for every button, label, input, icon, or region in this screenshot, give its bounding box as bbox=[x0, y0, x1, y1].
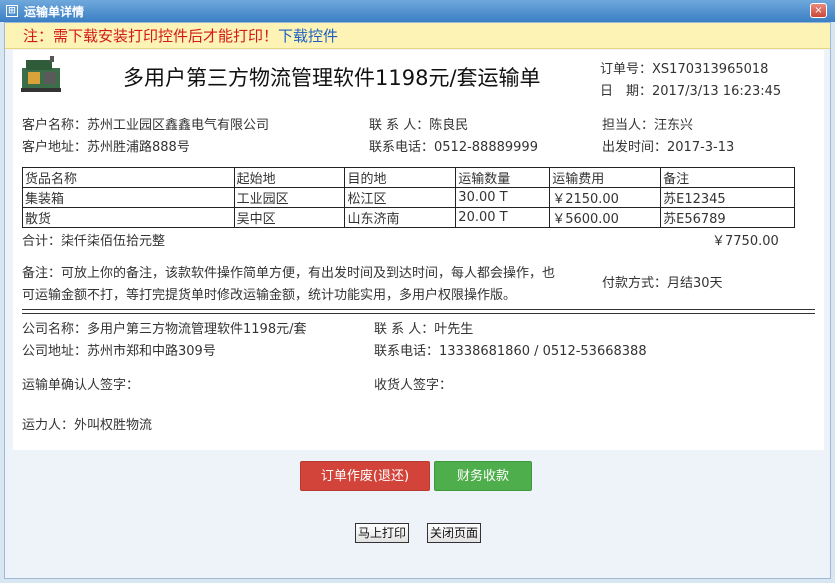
table-cell: 工业园区 bbox=[233, 187, 346, 208]
close-page-button[interactable]: 关闭页面 bbox=[427, 523, 482, 543]
table-cell: 苏E56789 bbox=[660, 207, 795, 228]
print-now-button[interactable]: 马上打印 bbox=[355, 523, 410, 543]
carrier-label: 运力人：外叫权胜物流 bbox=[22, 418, 153, 433]
collect-payment-button[interactable]: 财务收款 bbox=[434, 461, 532, 491]
receiver-signature-label: 收货人签字： bbox=[374, 378, 453, 393]
window-title: 运输单详情 bbox=[24, 4, 85, 19]
table-cell: 松江区 bbox=[344, 187, 457, 208]
table-cell: 吴中区 bbox=[233, 207, 346, 228]
customer-handler: 担当人：汪东兴 bbox=[602, 118, 694, 133]
waybill-document: 多用户第三方物流管理软件1198元/套运输单 订单号：XS17031396501… bbox=[13, 50, 824, 450]
customer-phone: 联系电话：0512-88889999 bbox=[369, 140, 538, 155]
table-cell: 散货 bbox=[22, 207, 235, 228]
generator-logo-icon bbox=[21, 56, 61, 92]
goods-table: 货品名称 起始地 目的地 运输数量 运输费用 备注 集装箱 工业园区 松江区 3… bbox=[22, 167, 795, 228]
table-cell: 30.00 T bbox=[455, 187, 551, 208]
company-address: 公司地址：苏州市郑和中路309号 bbox=[22, 344, 216, 359]
company-name: 公司名称：多用户第三方物流管理软件1198元/套 bbox=[22, 322, 307, 337]
order-date: 日 期：2017/3/13 16:23:45 bbox=[600, 84, 782, 99]
void-order-button[interactable]: 订单作废(退还) bbox=[300, 461, 430, 491]
download-control-link[interactable]: 下载控件 bbox=[278, 27, 338, 45]
table-header-cell: 起始地 bbox=[233, 167, 346, 188]
dialog-content: 注：需下载安装打印控件后才能打印！下载控件 多用户第三方物流管理软件1198元/… bbox=[4, 22, 831, 579]
company-contact: 联 系 人：叶先生 bbox=[374, 322, 474, 337]
table-cell: 集装箱 bbox=[22, 187, 235, 208]
table-cell: ￥2150.00 bbox=[549, 187, 662, 208]
table-header-cell: 备注 bbox=[660, 167, 795, 188]
table-header-cell: 目的地 bbox=[344, 167, 457, 188]
total-in-words: 合计：柒仟柒佰伍拾元整 bbox=[22, 234, 166, 249]
payment-method: 付款方式：月结30天 bbox=[602, 276, 723, 291]
table-header-cell: 运输费用 bbox=[549, 167, 662, 188]
customer-address: 客户地址：苏州胜浦路888号 bbox=[22, 140, 190, 155]
company-phone: 联系电话：13338681860 / 0512-53668388 bbox=[374, 344, 647, 359]
table-header-cell: 运输数量 bbox=[455, 167, 551, 188]
remark-line-2: 可运输金额不打，等打完提货单时修改运输金额，统计功能实用，多用户权限操作版。 bbox=[22, 288, 517, 303]
table-cell: 山东济南 bbox=[344, 207, 457, 228]
customer-name: 客户名称：苏州工业园区鑫鑫电气有限公司 bbox=[22, 118, 270, 133]
table-cell: 苏E12345 bbox=[660, 187, 795, 208]
goods-table-header: 货品名称 起始地 目的地 运输数量 运输费用 备注 bbox=[22, 167, 795, 188]
table-cell: ￥5600.00 bbox=[549, 207, 662, 228]
table-row: 散货 吴中区 山东济南 20.00 T ￥5600.00 苏E56789 bbox=[22, 207, 795, 228]
confirm-signature-label: 运输单确认人签字： bbox=[22, 378, 140, 393]
document-title: 多用户第三方物流管理软件1198元/套运输单 bbox=[123, 66, 541, 90]
remark-line-1: 备注：可放上你的备注，该款软件操作简单方便，有出发时间及到达时间，每人都会操作，… bbox=[22, 266, 556, 281]
total-amount: ￥7750.00 bbox=[712, 234, 779, 249]
table-cell: 20.00 T bbox=[455, 207, 551, 228]
table-header-cell: 货品名称 bbox=[22, 167, 235, 188]
order-number: 订单号：XS170313965018 bbox=[600, 62, 769, 77]
window-menu-icon[interactable]: ⊞ bbox=[6, 5, 18, 17]
table-row: 集装箱 工业园区 松江区 30.00 T ￥2150.00 苏E12345 bbox=[22, 187, 795, 208]
print-warning-bar: 注：需下载安装打印控件后才能打印！下载控件 bbox=[5, 23, 830, 49]
print-warning-text: 注：需下载安装打印控件后才能打印！ bbox=[23, 27, 279, 45]
depart-time: 出发时间：2017-3-13 bbox=[602, 140, 735, 155]
window-titlebar: ⊞ 运输单详情 bbox=[0, 0, 835, 22]
window-close-button[interactable]: × bbox=[810, 3, 827, 18]
divider bbox=[22, 309, 815, 310]
divider bbox=[22, 313, 815, 314]
customer-contact: 联 系 人：陈良民 bbox=[369, 118, 469, 133]
